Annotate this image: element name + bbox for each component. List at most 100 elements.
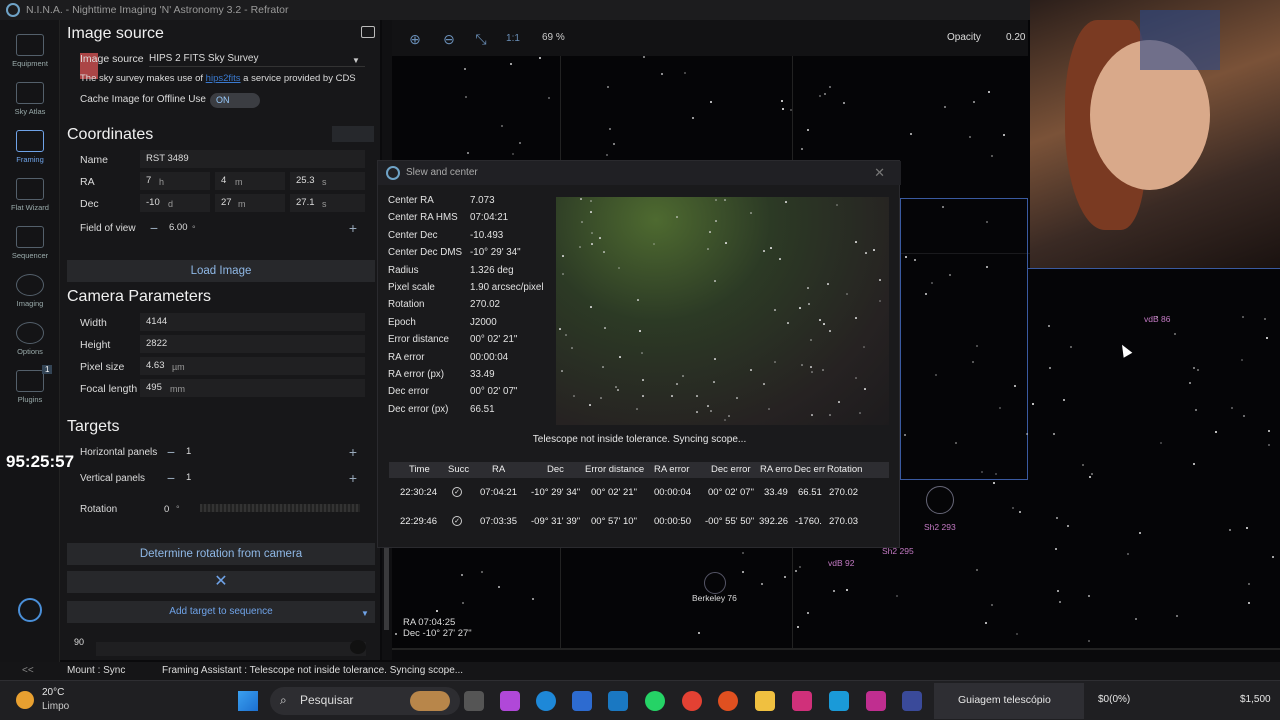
app-icon[interactable] — [792, 691, 812, 711]
star — [607, 86, 609, 88]
berkeley76-marker[interactable] — [704, 572, 726, 594]
file-explorer-icon[interactable] — [755, 691, 775, 711]
collapse-icon[interactable]: << — [22, 665, 34, 676]
name-field[interactable]: RST 3489 — [140, 150, 365, 168]
ra-hours-field[interactable]: 7 — [140, 172, 210, 190]
fit-icon[interactable]: ⤡ — [470, 28, 492, 50]
nav-options[interactable]: Options — [0, 316, 60, 364]
col-ra[interactable]: RA — [492, 462, 505, 478]
copilot-icon[interactable] — [500, 691, 520, 711]
preview-star — [779, 258, 781, 260]
star — [1229, 529, 1231, 531]
coord-tools[interactable] — [332, 126, 374, 142]
horizontal-panels-label: Horizontal panels — [80, 447, 158, 458]
opacity-value[interactable]: 0.20 — [1006, 32, 1025, 43]
info-key: Dec error (px) — [388, 404, 449, 415]
star — [465, 96, 467, 98]
opera-icon[interactable] — [718, 691, 738, 711]
zoom-out-icon[interactable]: ⊖ — [438, 28, 460, 50]
determine-rotation-button[interactable]: Determine rotation from camera — [67, 543, 375, 565]
nav-sequencer[interactable]: Sequencer — [0, 220, 60, 268]
app-icon[interactable] — [829, 691, 849, 711]
v-panels-decrease-button[interactable]: − — [162, 471, 180, 487]
rotation-slider[interactable] — [200, 504, 360, 512]
width-field[interactable]: 4144 — [140, 313, 365, 331]
star — [931, 282, 933, 284]
col-rotation[interactable]: Rotation — [827, 462, 862, 478]
col-success[interactable]: Succ — [448, 462, 469, 478]
dec-seconds-field[interactable]: 27.1 — [290, 194, 365, 212]
preview-star — [879, 300, 881, 302]
hips2fits-link[interactable]: hips2fits — [206, 73, 241, 84]
close-icon[interactable]: ✕ — [874, 165, 885, 181]
h-panels-increase-button[interactable]: + — [344, 445, 362, 461]
object-label[interactable]: vdB 92 — [828, 558, 854, 568]
cell-dec-error: -00° 55' 50" — [705, 516, 755, 527]
dec-degrees-field[interactable]: -10 — [140, 194, 210, 212]
cancel-icon[interactable]: ✕ — [67, 571, 375, 593]
nav-plugins[interactable]: Plugins 1 — [0, 364, 60, 412]
edge-icon[interactable] — [536, 691, 556, 711]
ra-seconds-field[interactable]: 25.3 — [290, 172, 365, 190]
nav-framing[interactable]: Framing — [0, 124, 60, 172]
cache-toggle[interactable]: ON — [210, 93, 260, 108]
cell-ra: 07:04:21 — [480, 487, 517, 498]
panel-scrollbar[interactable] — [384, 540, 389, 630]
search-placeholder[interactable]: Pesquisar — [300, 693, 353, 707]
fov-decrease-button[interactable]: − — [145, 221, 163, 237]
col-dec-error[interactable]: Dec error — [711, 462, 751, 478]
dec-minutes-field[interactable]: 27 — [215, 194, 285, 212]
task-view-icon[interactable] — [464, 691, 484, 711]
star — [942, 206, 944, 208]
power-icon[interactable] — [18, 598, 42, 622]
load-image-button[interactable]: Load Image — [67, 260, 375, 282]
star — [846, 589, 848, 591]
active-window-label[interactable]: Guiagem telescópio — [958, 694, 1051, 706]
star — [436, 610, 438, 612]
add-target-chevron-icon[interactable]: ▼ — [361, 609, 369, 618]
fov-increase-button[interactable]: + — [344, 221, 362, 237]
chrome-icon[interactable] — [682, 691, 702, 711]
security-icon[interactable] — [608, 691, 628, 711]
whatsapp-icon[interactable] — [645, 691, 665, 711]
image-source-select[interactable]: HIPS 2 FITS Sky Survey — [149, 53, 365, 67]
nina-taskbar-icon[interactable] — [902, 691, 922, 711]
height-field[interactable]: 2822 — [140, 335, 365, 353]
sh2-293-marker[interactable] — [926, 486, 954, 514]
star — [790, 109, 792, 111]
nav-equipment[interactable]: Equipment — [0, 28, 60, 76]
book-icon[interactable] — [361, 26, 375, 38]
col-dec[interactable]: Dec — [547, 462, 564, 478]
fov-field[interactable]: 6.00 — [163, 219, 343, 237]
col-error-distance[interactable]: Error distance — [585, 462, 644, 478]
ra-minutes-field[interactable]: 4 — [215, 172, 285, 190]
zoom-in-icon[interactable]: ⊕ — [404, 28, 426, 50]
v-panels-increase-button[interactable]: + — [344, 471, 362, 487]
col-ra-error-px[interactable]: RA erro — [760, 462, 792, 478]
sky-hscroll[interactable] — [392, 648, 1280, 650]
weather-temp[interactable]: 20°C — [42, 687, 64, 698]
preview-star — [750, 212, 752, 214]
nav-sky-atlas[interactable]: Sky Atlas — [0, 76, 60, 124]
object-label[interactable]: Berkeley 76 — [692, 593, 737, 603]
mini-slider[interactable] — [96, 642, 366, 656]
vertical-panels-field[interactable]: 1 — [180, 469, 345, 487]
windows-start-icon[interactable] — [238, 691, 258, 711]
col-ra-error[interactable]: RA error — [654, 462, 689, 478]
add-target-button[interactable]: Add target to sequence — [67, 601, 375, 623]
one-to-one-button[interactable]: 1:1 — [502, 28, 524, 50]
store-icon[interactable] — [572, 691, 592, 711]
preview-star — [562, 273, 564, 275]
nav-imaging[interactable]: Imaging — [0, 268, 60, 316]
framing-rectangle[interactable] — [900, 198, 1028, 480]
nav-flat-wizard[interactable]: Flat Wizard — [0, 172, 60, 220]
col-dec-error-px[interactable]: Dec err — [794, 462, 825, 478]
weather-condition[interactable]: Limpo — [42, 701, 69, 712]
rotation-field[interactable]: 0 — [164, 504, 169, 515]
star — [905, 256, 907, 258]
col-time[interactable]: Time — [409, 462, 430, 478]
app-icon[interactable] — [866, 691, 886, 711]
object-label[interactable]: Sh2 293 — [924, 522, 956, 532]
h-panels-decrease-button[interactable]: − — [162, 445, 180, 461]
horizontal-panels-field[interactable]: 1 — [180, 443, 345, 461]
